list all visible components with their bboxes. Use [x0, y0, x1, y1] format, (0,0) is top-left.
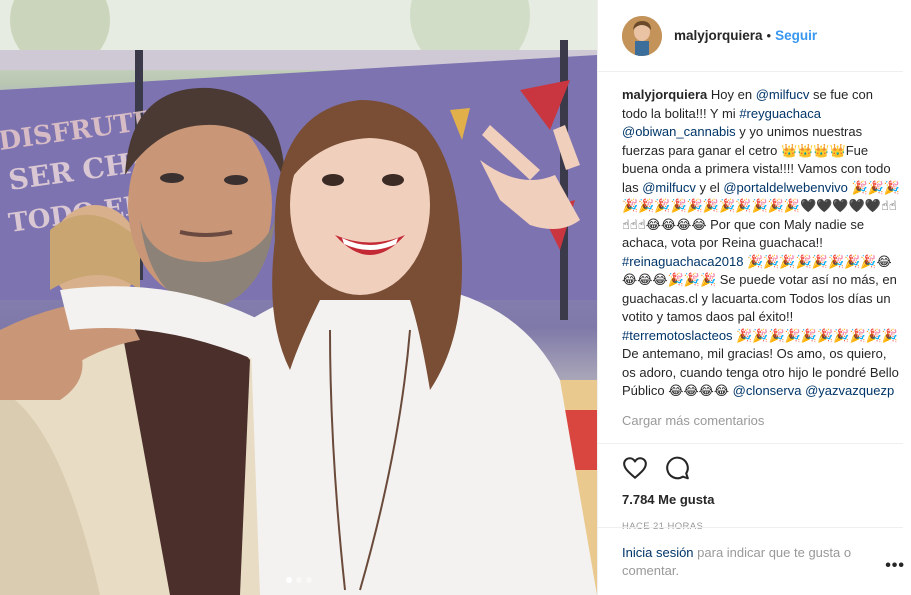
username[interactable]: malyjorquiera: [674, 28, 763, 43]
login-prompt: Inicia sesión para indicar que te gusta …: [598, 527, 903, 580]
caption-link[interactable]: @portaldelwebenvivo: [723, 180, 848, 195]
photo-illustration: DISFRUTE SER CHILE TODO EL A: [0, 0, 597, 595]
carousel-dot-1: [285, 577, 292, 583]
caption-link[interactable]: #reyguachaca: [739, 106, 821, 121]
caption-segment: Hoy en: [707, 87, 756, 102]
comment-icon[interactable]: [664, 455, 690, 481]
carousel-dot-3: [305, 577, 312, 583]
post-caption: malyjorquiera Hoy en @milfucv se fue con…: [598, 72, 911, 401]
avatar[interactable]: [622, 15, 662, 56]
post-photo[interactable]: DISFRUTE SER CHILE TODO EL A: [0, 0, 597, 595]
caption-author[interactable]: malyjorquiera: [622, 87, 707, 102]
carousel-indicator: [0, 577, 597, 583]
follow-button[interactable]: Seguir: [775, 28, 817, 43]
caption-link[interactable]: @milfucv: [642, 180, 696, 195]
caption-segment: y el: [695, 179, 724, 195]
caption-link[interactable]: @yazvazquezp: [805, 383, 894, 398]
instagram-post: DISFRUTE SER CHILE TODO EL A: [0, 0, 911, 595]
caption-link[interactable]: @obiwan_cannabis: [622, 124, 736, 139]
post-sidebar: malyjorquiera • Seguir malyjorquiera Hoy…: [597, 0, 911, 595]
load-more-comments[interactable]: Cargar más comentarios: [598, 401, 911, 428]
like-count[interactable]: 7.784 Me gusta: [622, 492, 903, 507]
caption-link[interactable]: @milfucv: [756, 87, 810, 102]
heart-icon[interactable]: [622, 455, 648, 481]
action-icons: [622, 444, 903, 484]
caption-link[interactable]: #reinaguachaca2018: [622, 254, 743, 269]
post-header: malyjorquiera • Seguir: [598, 0, 903, 72]
caption-text: Hoy en @milfucv se fue con todo la bolit…: [622, 87, 900, 398]
separator-dot: •: [766, 28, 772, 43]
caption-link[interactable]: #terremotoslacteos: [622, 328, 733, 343]
login-link[interactable]: Inicia sesión: [622, 545, 694, 560]
caption-link[interactable]: @clonserva: [733, 383, 802, 398]
carousel-dot-2: [295, 577, 302, 583]
post-actions: 7.784 Me gusta HACE 21 HORAS: [598, 443, 903, 532]
more-options-icon[interactable]: •••: [885, 557, 905, 575]
